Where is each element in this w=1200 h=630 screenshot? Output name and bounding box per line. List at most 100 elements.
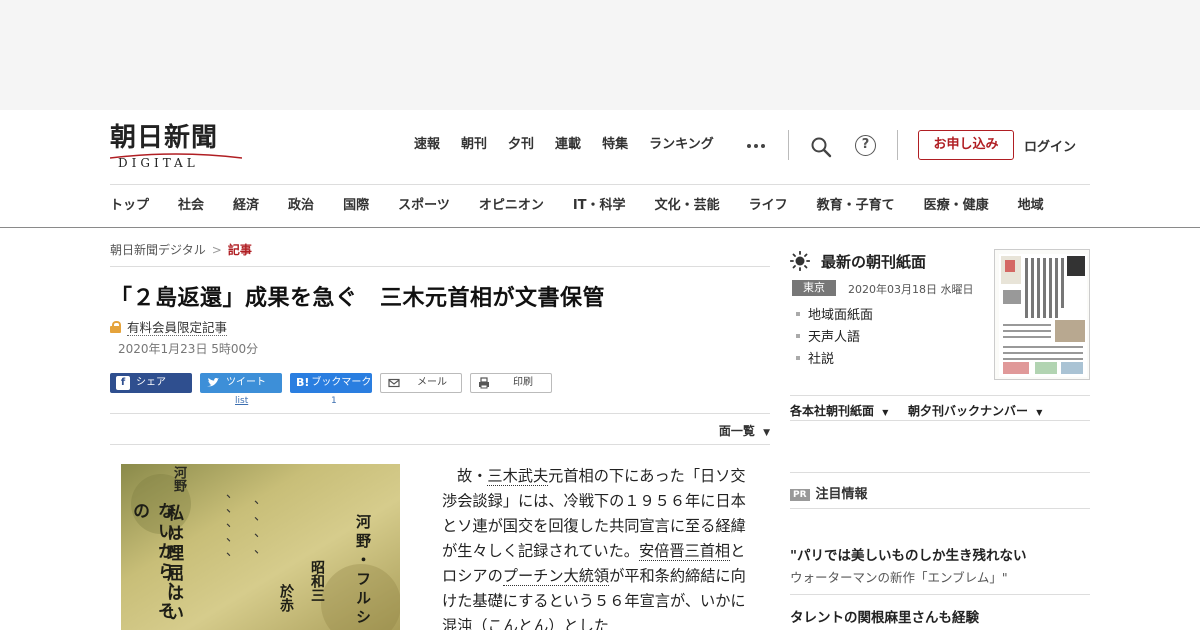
paper-link-label: 天声人語 [808,330,861,345]
login-link[interactable]: ログイン [1024,136,1076,155]
more-menu-icon[interactable] [747,144,765,148]
link-abe-shinzo[interactable]: 安倍晋三首相 [638,542,731,561]
photo-text-column-3: ないから、その [129,502,174,622]
category-item-international[interactable]: 国際 [343,197,369,215]
facebook-share-label: シェア [136,377,166,388]
mail-share-label: メール [417,377,447,388]
top-nav: 速報 朝刊 夕刊 連載 特集 ランキング [414,136,735,154]
mail-share-button[interactable]: メール [380,373,462,393]
top-nav-item-series[interactable]: 連載 [555,136,581,154]
caret-down-icon: ▼ [1036,408,1043,417]
divider [790,594,1090,595]
header-rule [110,184,1090,185]
pr-item-subtitle[interactable]: ウォーターマンの新作「エンブレム」" [790,567,1008,586]
article-photo[interactable]: 河野 私は理屈はい ないから、その 河野・フルシ 昭和三 於赤 、、、、、 、、… [121,464,400,630]
latest-paper-title[interactable]: 最新の朝刊紙面 [821,251,926,272]
breadcrumb-current: 記事 [227,243,252,257]
mail-icon [388,378,400,388]
category-item-life[interactable]: ライフ [749,197,788,215]
category-item-society[interactable]: 社会 [178,197,204,215]
pr-header: PR 注目情報 [790,483,868,502]
hatena-count[interactable]: 1 [331,396,337,406]
site-header: 朝日新聞 DIGITAL 速報 朝刊 夕刊 連載 特集 ランキング ? お申し込… [0,110,1200,228]
ad-banner-area [0,0,1200,110]
article-title: 「２島返還」成果を急ぐ 三木元首相が文書保管 [110,286,606,311]
page-list-dropdown[interactable]: 面一覧 ▼ [719,422,770,439]
breadcrumb-separator: > [211,243,222,257]
back-number-label: 朝夕刊バックナンバー [908,404,1029,418]
divider [110,413,770,414]
edition-badge: 東京 [792,280,836,296]
category-item-economy[interactable]: 経済 [233,197,259,215]
divider [790,420,1090,421]
category-nav: トップ 社会 経済 政治 国際 スポーツ オピニオン IT・科学 文化・芸能 ラ… [110,197,1044,215]
category-item-health[interactable]: 医療・健康 [924,197,989,215]
members-only-text: 有料会員限定記事 [127,320,228,336]
help-icon[interactable]: ? [855,135,876,156]
hatena-bookmark-button[interactable]: B! ブックマーク [290,373,372,393]
subscribe-button[interactable]: お申し込み [918,130,1014,160]
divider [790,472,1090,473]
photo-text-column-1: 河野 [171,466,186,492]
sun-icon [790,251,810,271]
site-logo[interactable]: 朝日新聞 DIGITAL [110,124,242,170]
divider [110,266,770,267]
link-putin[interactable]: プーチン大統領 [502,567,610,586]
back-number-dropdown[interactable]: 朝夕刊バックナンバー ▼ [908,402,1042,419]
print-button[interactable]: 印刷 [470,373,552,393]
pr-item-title[interactable]: タレントの関根麻里さんも経験 [790,606,979,626]
category-item-sports[interactable]: スポーツ [398,197,450,215]
lock-icon [110,321,121,333]
photo-mark-ticks: 、、、、、 [215,494,230,573]
divider [790,395,1090,396]
category-item-region[interactable]: 地域 [1018,197,1044,215]
facebook-icon: f [116,376,130,390]
members-only-label[interactable]: 有料会員限定記事 [110,317,228,336]
body-text: 故・ [457,467,488,485]
search-icon[interactable] [810,136,832,158]
article-body: 故・三木武夫元首相の下にあった「日ソ交渉会談録」には、冷戦下の１９５６年に日本と… [442,464,752,630]
link-miki-takeo[interactable]: 三木武夫 [487,467,549,486]
category-item-culture[interactable]: 文化・芸能 [655,197,720,215]
breadcrumb-home[interactable]: 朝日新聞デジタル [110,243,206,257]
caret-down-icon: ▼ [882,408,889,417]
caret-down-icon: ▼ [763,428,770,438]
category-item-it-science[interactable]: IT・科学 [573,197,626,215]
category-item-politics[interactable]: 政治 [288,197,314,215]
twitter-bird-icon [207,377,219,387]
hatena-bookmark-label: ブックマーク [311,377,372,388]
facebook-share-button[interactable]: f シェア [110,373,192,393]
top-nav-item-morning[interactable]: 朝刊 [461,136,487,154]
hatena-icon: B! [296,376,310,389]
category-item-top[interactable]: トップ [110,197,149,215]
pr-badge: PR [790,489,810,501]
category-item-education[interactable]: 教育・子育て [817,197,895,215]
breadcrumb: 朝日新聞デジタル > 記事 [110,241,252,258]
photo-text-column-4: 河野・フルシ [354,514,372,628]
header-divider [897,130,898,160]
regional-paper-dropdown[interactable]: 各本社朝刊紙面 ▼ [790,402,888,419]
top-nav-item-flash[interactable]: 速報 [414,136,440,154]
top-nav-item-features[interactable]: 特集 [602,136,628,154]
photo-text-column-6: 於赤 [278,584,294,612]
paper-link-item[interactable]: 社説 [796,349,873,371]
category-item-opinion[interactable]: オピニオン [479,197,544,215]
top-nav-item-ranking[interactable]: ランキング [649,136,714,154]
article-date: 2020年1月23日 5時00分 [118,342,259,356]
newspaper-thumbnail[interactable] [994,249,1090,380]
print-label: 印刷 [513,377,533,388]
divider [790,508,1090,509]
twitter-share-button[interactable]: ツイート [200,373,282,393]
divider [110,444,770,445]
pr-item-title[interactable]: "パリでは美しいものしか生き残れない [790,544,1027,564]
photo-mark-ticks: 、、、、 [243,500,258,573]
page-list-label: 面一覧 [718,424,755,438]
newspaper-page-image [999,254,1087,377]
pr-title: 注目情報 [815,487,868,502]
regional-paper-label: 各本社朝刊紙面 [790,404,875,418]
twitter-count[interactable]: list [235,396,248,406]
top-nav-item-evening[interactable]: 夕刊 [508,136,534,154]
paper-link-item[interactable]: 地域面紙面 [796,305,873,327]
paper-link-item[interactable]: 天声人語 [796,327,873,349]
paper-links: 地域面紙面 天声人語 社説 [796,305,873,371]
